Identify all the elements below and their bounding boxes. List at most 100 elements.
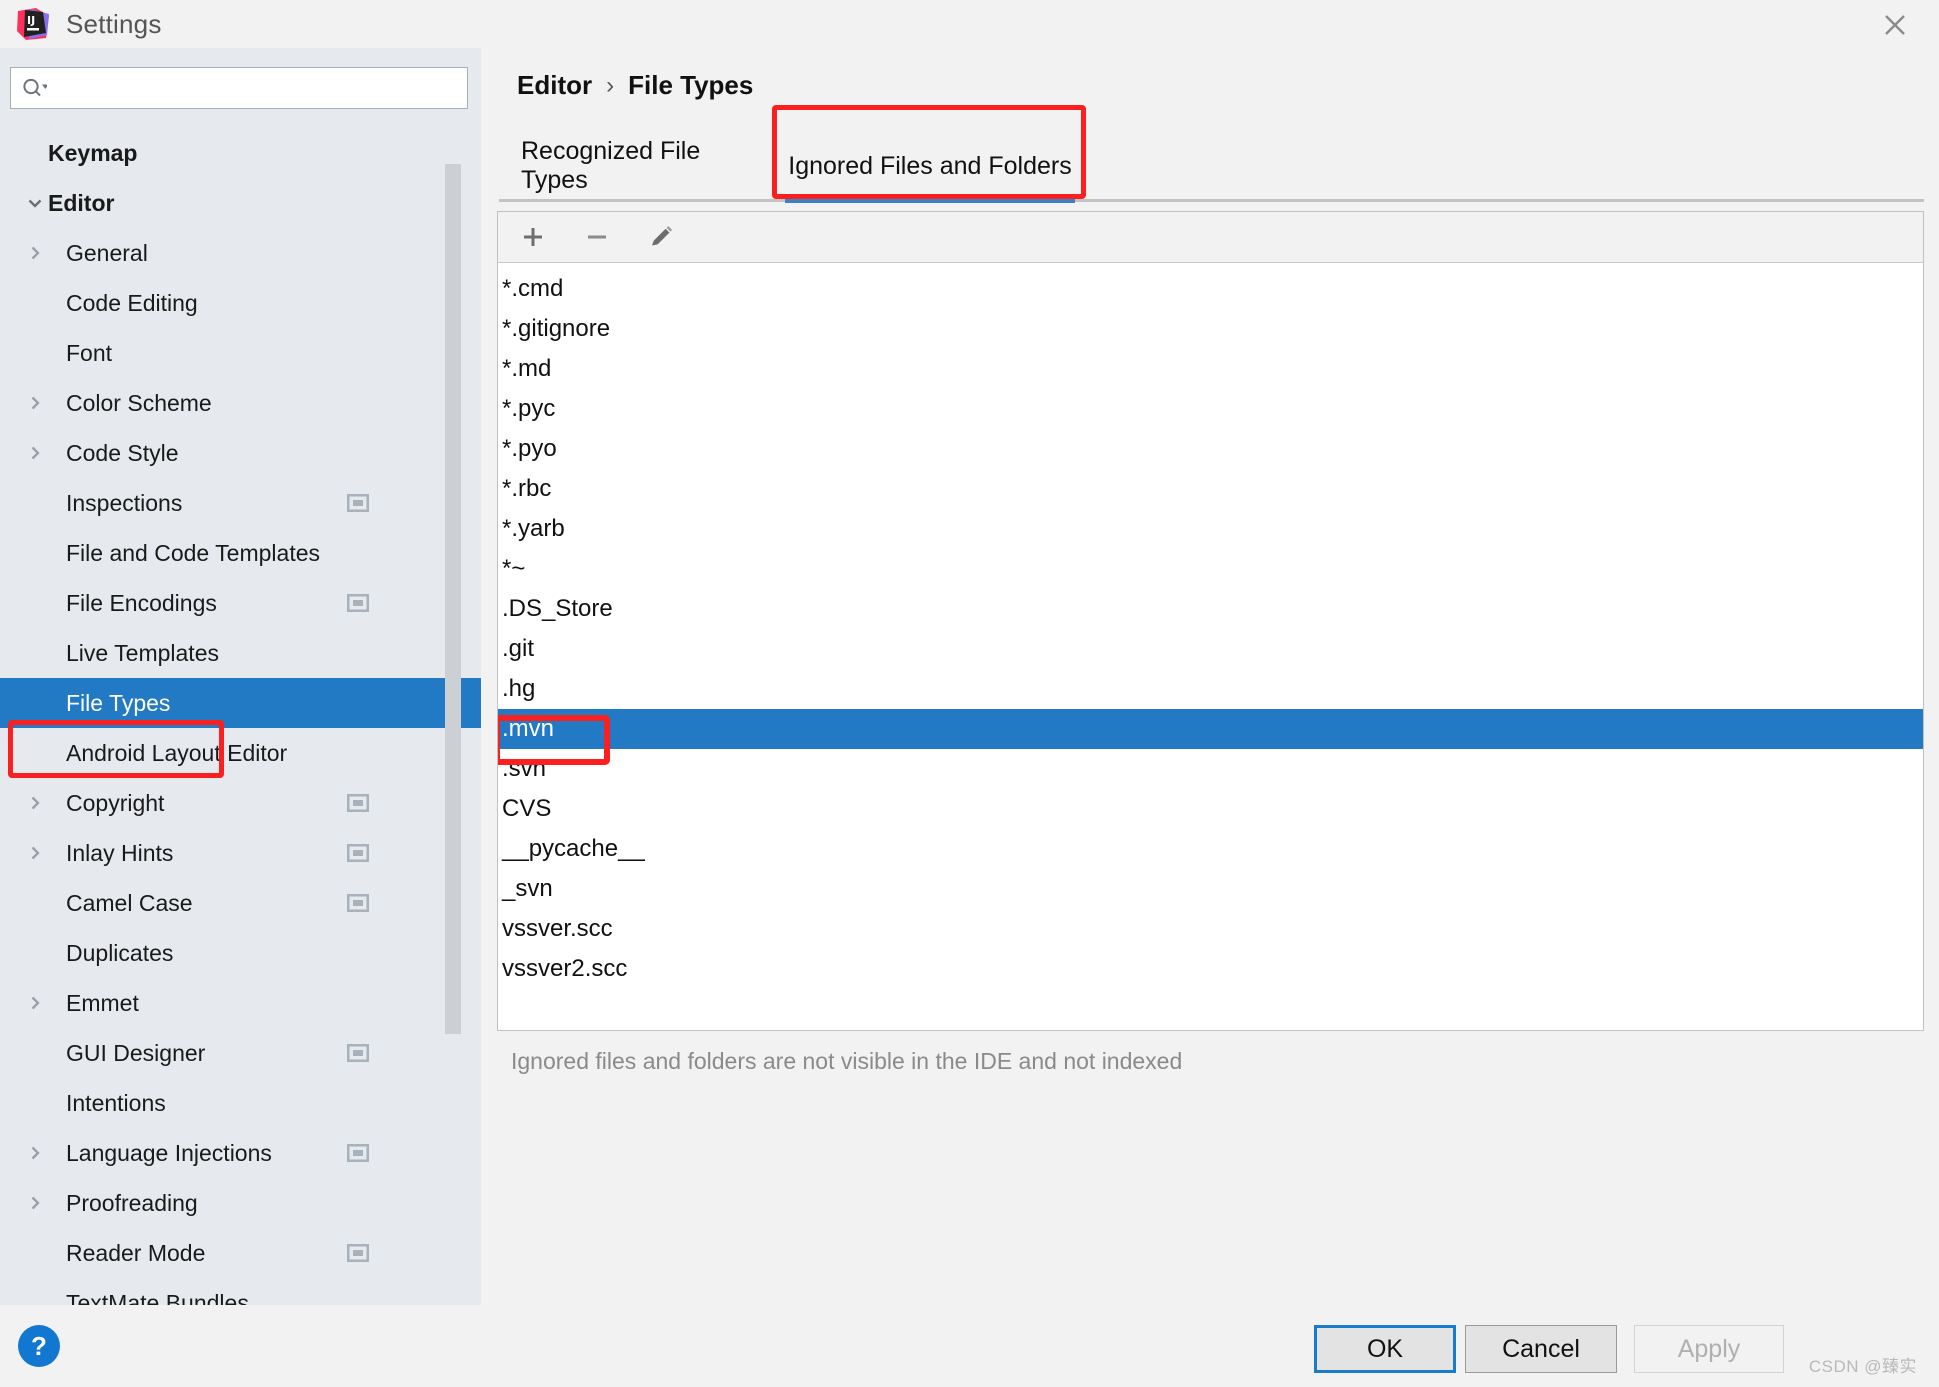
list-item[interactable]: .svn	[498, 749, 1923, 789]
sidebar-item-camel-case[interactable]: Camel Case	[0, 878, 481, 928]
chevron-right-icon[interactable]	[22, 394, 48, 412]
project-level-setting-icon	[347, 1144, 369, 1162]
sidebar-item-inspections[interactable]: Inspections	[0, 478, 481, 528]
sidebar-item-emmet[interactable]: Emmet	[0, 978, 481, 1028]
list-item[interactable]: *.gitignore	[498, 309, 1923, 349]
search-input[interactable]	[47, 77, 467, 99]
dialog-button-bar: ? OK Cancel Apply CSDN @臻实	[0, 1305, 1939, 1387]
sidebar-item-reader-mode[interactable]: Reader Mode	[0, 1228, 481, 1278]
list-item-label: .git	[502, 635, 535, 662]
list-item-label: *.md	[502, 355, 552, 382]
chevron-right-icon[interactable]	[22, 444, 48, 462]
close-icon[interactable]	[1869, 4, 1921, 46]
window-title: Settings	[66, 8, 162, 39]
chevron-right-icon[interactable]	[22, 244, 48, 262]
list-item[interactable]: vssver2.scc	[498, 949, 1923, 989]
list-item[interactable]: vssver.scc	[498, 909, 1923, 949]
list-item[interactable]: *.rbc	[498, 469, 1923, 509]
sidebar-item-color-scheme[interactable]: Color Scheme	[0, 378, 481, 428]
project-level-setting-icon	[347, 894, 369, 912]
twisty-placeholder	[22, 1244, 48, 1262]
sidebar-item-editor[interactable]: Editor	[0, 178, 481, 228]
list-item[interactable]: .git	[498, 629, 1923, 669]
list-item-label: *.rbc	[502, 475, 552, 502]
edit-button[interactable]	[640, 218, 682, 256]
tab-ignored-files-and-folders[interactable]: Ignored Files and Folders	[785, 132, 1075, 200]
list-item-label: CVS	[502, 795, 552, 822]
ok-button[interactable]: OK	[1314, 1325, 1456, 1373]
list-item[interactable]: .DS_Store	[498, 589, 1923, 629]
ignored-files-panel: *.cmd *.gitignore *.md *.pyc *.pyo *.rbc *.yar…	[497, 211, 1924, 1031]
watermark: CSDN @臻实	[1808, 1357, 1917, 1376]
twisty-placeholder	[22, 344, 48, 362]
sidebar-item-font[interactable]: Font	[0, 328, 481, 378]
list-item[interactable]: *.md	[498, 349, 1923, 389]
sidebar-item-label: Intentions	[66, 1089, 166, 1116]
search-box[interactable]	[10, 67, 468, 109]
sidebar-item-label: File Encodings	[66, 589, 217, 616]
list-item[interactable]: __pycache__	[498, 829, 1923, 869]
sidebar-item-label: GUI Designer	[66, 1039, 206, 1066]
breadcrumb: Editor › File Types	[517, 70, 753, 101]
sidebar-item-label: Live Templates	[66, 639, 219, 666]
chevron-right-icon[interactable]	[22, 994, 48, 1012]
sidebar-item-label: Editor	[48, 189, 115, 216]
sidebar-item-file-and-code-templates[interactable]: File and Code Templates	[0, 528, 481, 578]
chevron-right-icon[interactable]	[22, 1194, 48, 1212]
breadcrumb-current: File Types	[628, 70, 754, 100]
breadcrumb-separator-icon: ›	[606, 71, 615, 99]
remove-button[interactable]	[576, 218, 618, 256]
sidebar-item-file-encodings[interactable]: File Encodings	[0, 578, 481, 628]
sidebar-item-label: General	[66, 239, 148, 266]
breadcrumb-parent[interactable]: Editor	[517, 70, 592, 101]
sidebar-item-inlay-hints[interactable]: Inlay Hints	[0, 828, 481, 878]
tab-recognized-file-types[interactable]: Recognized File Types	[521, 132, 771, 200]
title-bar: IJ Settings	[0, 0, 1939, 48]
sidebar-item-android-layout-editor[interactable]: Android Layout Editor	[0, 728, 481, 778]
sidebar-item-duplicates[interactable]: Duplicates	[0, 928, 481, 978]
list-item-label: *.pyc	[502, 395, 556, 422]
sidebar-item-general[interactable]: General	[0, 228, 481, 278]
chevron-right-icon[interactable]	[22, 794, 48, 812]
list-item-label: __pycache__	[502, 835, 645, 862]
sidebar-item-proofreading[interactable]: Proofreading	[0, 1178, 481, 1228]
twisty-placeholder	[22, 294, 48, 312]
sidebar-item-keymap[interactable]: Keymap	[0, 128, 481, 178]
list-item[interactable]: _svn	[498, 869, 1923, 909]
list-item[interactable]: *.pyc	[498, 389, 1923, 429]
sidebar-item-intentions[interactable]: Intentions	[0, 1078, 481, 1128]
list-item[interactable]: *.pyo	[498, 429, 1923, 469]
intellij-idea-logo-icon: IJ	[16, 7, 50, 41]
sidebar-item-live-templates[interactable]: Live Templates	[0, 628, 481, 678]
list-item-label: .mvn	[502, 715, 555, 742]
chevron-right-icon[interactable]	[22, 844, 48, 862]
twisty-placeholder	[22, 594, 48, 612]
cancel-button[interactable]: Cancel	[1465, 1325, 1617, 1373]
ignored-files-list[interactable]: *.cmd *.gitignore *.md *.pyc *.pyo *.rbc *.yar…	[498, 263, 1923, 1029]
apply-button: Apply	[1634, 1325, 1784, 1373]
add-button[interactable]	[512, 218, 554, 256]
sidebar-item-label: Language Injections	[66, 1139, 272, 1166]
help-button[interactable]: ?	[18, 1325, 60, 1367]
sidebar-item-language-injections[interactable]: Language Injections	[0, 1128, 481, 1178]
sidebar-scrollbar-thumb[interactable]	[445, 164, 461, 1034]
chevron-right-icon[interactable]	[22, 1144, 48, 1162]
list-item[interactable]: *~	[498, 549, 1923, 589]
list-item-label: .svn	[502, 755, 547, 782]
list-item[interactable]: CVS	[498, 789, 1923, 829]
sidebar-item-copyright[interactable]: Copyright	[0, 778, 481, 828]
sidebar-item-textmate-bundles[interactable]: TextMate Bundles	[0, 1278, 481, 1306]
sidebar-item-gui-designer[interactable]: GUI Designer	[0, 1028, 481, 1078]
sidebar-item-code-editing[interactable]: Code Editing	[0, 278, 481, 328]
list-item[interactable]: *.cmd	[498, 269, 1923, 309]
list-item[interactable]: *.yarb	[498, 509, 1923, 549]
list-item[interactable]: .mvn	[498, 709, 1923, 749]
sidebar-item-label: Emmet	[66, 989, 139, 1016]
sidebar-item-code-style[interactable]: Code Style	[0, 428, 481, 478]
chevron-down-icon[interactable]	[22, 194, 48, 212]
twisty-placeholder	[22, 1094, 48, 1112]
sidebar-item-label: Font	[66, 339, 113, 366]
sidebar-item-label: Code Editing	[66, 289, 198, 316]
list-item[interactable]: .hg	[498, 669, 1923, 709]
sidebar-item-file-types[interactable]: File Types	[0, 678, 481, 728]
